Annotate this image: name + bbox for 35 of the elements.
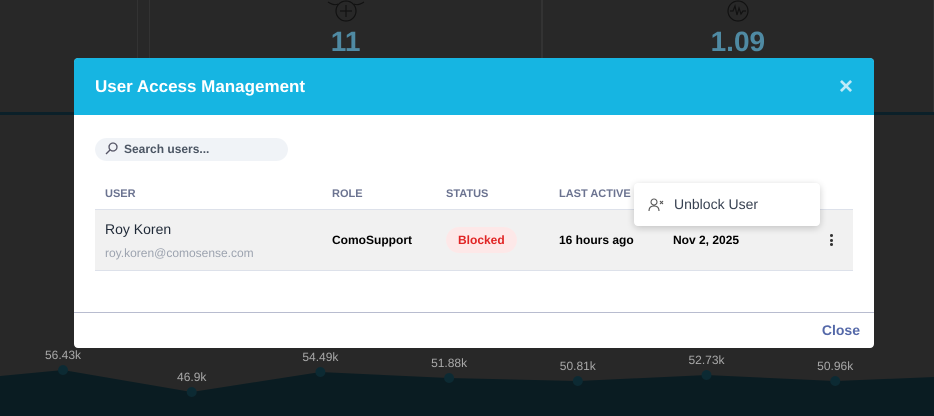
waveform-circle-icon bbox=[726, 0, 750, 24]
stat-value: 11 bbox=[330, 28, 360, 56]
data-point bbox=[315, 367, 326, 377]
join-date-text: Nov 2, 2025 bbox=[673, 232, 740, 249]
search-icon bbox=[105, 142, 118, 155]
last-active-text: 16 hours ago bbox=[559, 232, 635, 249]
data-label: 54.49k bbox=[302, 350, 338, 364]
column-header: USER bbox=[105, 187, 137, 202]
user-name: Roy Koren bbox=[105, 220, 172, 239]
data-label: 51.88k bbox=[431, 356, 468, 370]
role-text: ComoSupport bbox=[332, 232, 413, 249]
data-point bbox=[58, 365, 68, 375]
close-button[interactable]: Close bbox=[822, 320, 860, 341]
column-header: STATUS bbox=[446, 187, 490, 202]
data-point bbox=[444, 373, 454, 383]
user-remove-icon bbox=[648, 198, 664, 212]
data-point bbox=[702, 370, 712, 380]
data-point bbox=[186, 387, 197, 397]
column-header: LAST ACTIVE bbox=[559, 187, 632, 202]
column-header: ROLE bbox=[332, 187, 364, 202]
data-label: 56.43k bbox=[44, 348, 82, 362]
stat-value: 1.09 bbox=[710, 28, 766, 56]
data-label: 50.96k bbox=[817, 359, 854, 373]
search-field[interactable]: Search users... bbox=[95, 138, 288, 160]
user-email: roy.koren@comosense.com bbox=[105, 244, 255, 262]
more-icon[interactable] bbox=[829, 234, 833, 246]
table-row[interactable]: Roy Koren roy.koren@comosense.com ComoSupport Blocked 16 hours ago Nov 2, 2025 bbox=[95, 209, 853, 271]
data-label: 50.81k bbox=[560, 359, 596, 373]
status-badge: Blocked bbox=[446, 227, 517, 253]
data-label: 46.9k bbox=[177, 370, 206, 384]
data-point bbox=[572, 376, 583, 386]
modal-title: User Access Management bbox=[95, 76, 306, 98]
data-label: 52.73k bbox=[688, 353, 725, 367]
plus-circle-icon bbox=[326, 0, 366, 24]
data-point bbox=[830, 376, 840, 386]
